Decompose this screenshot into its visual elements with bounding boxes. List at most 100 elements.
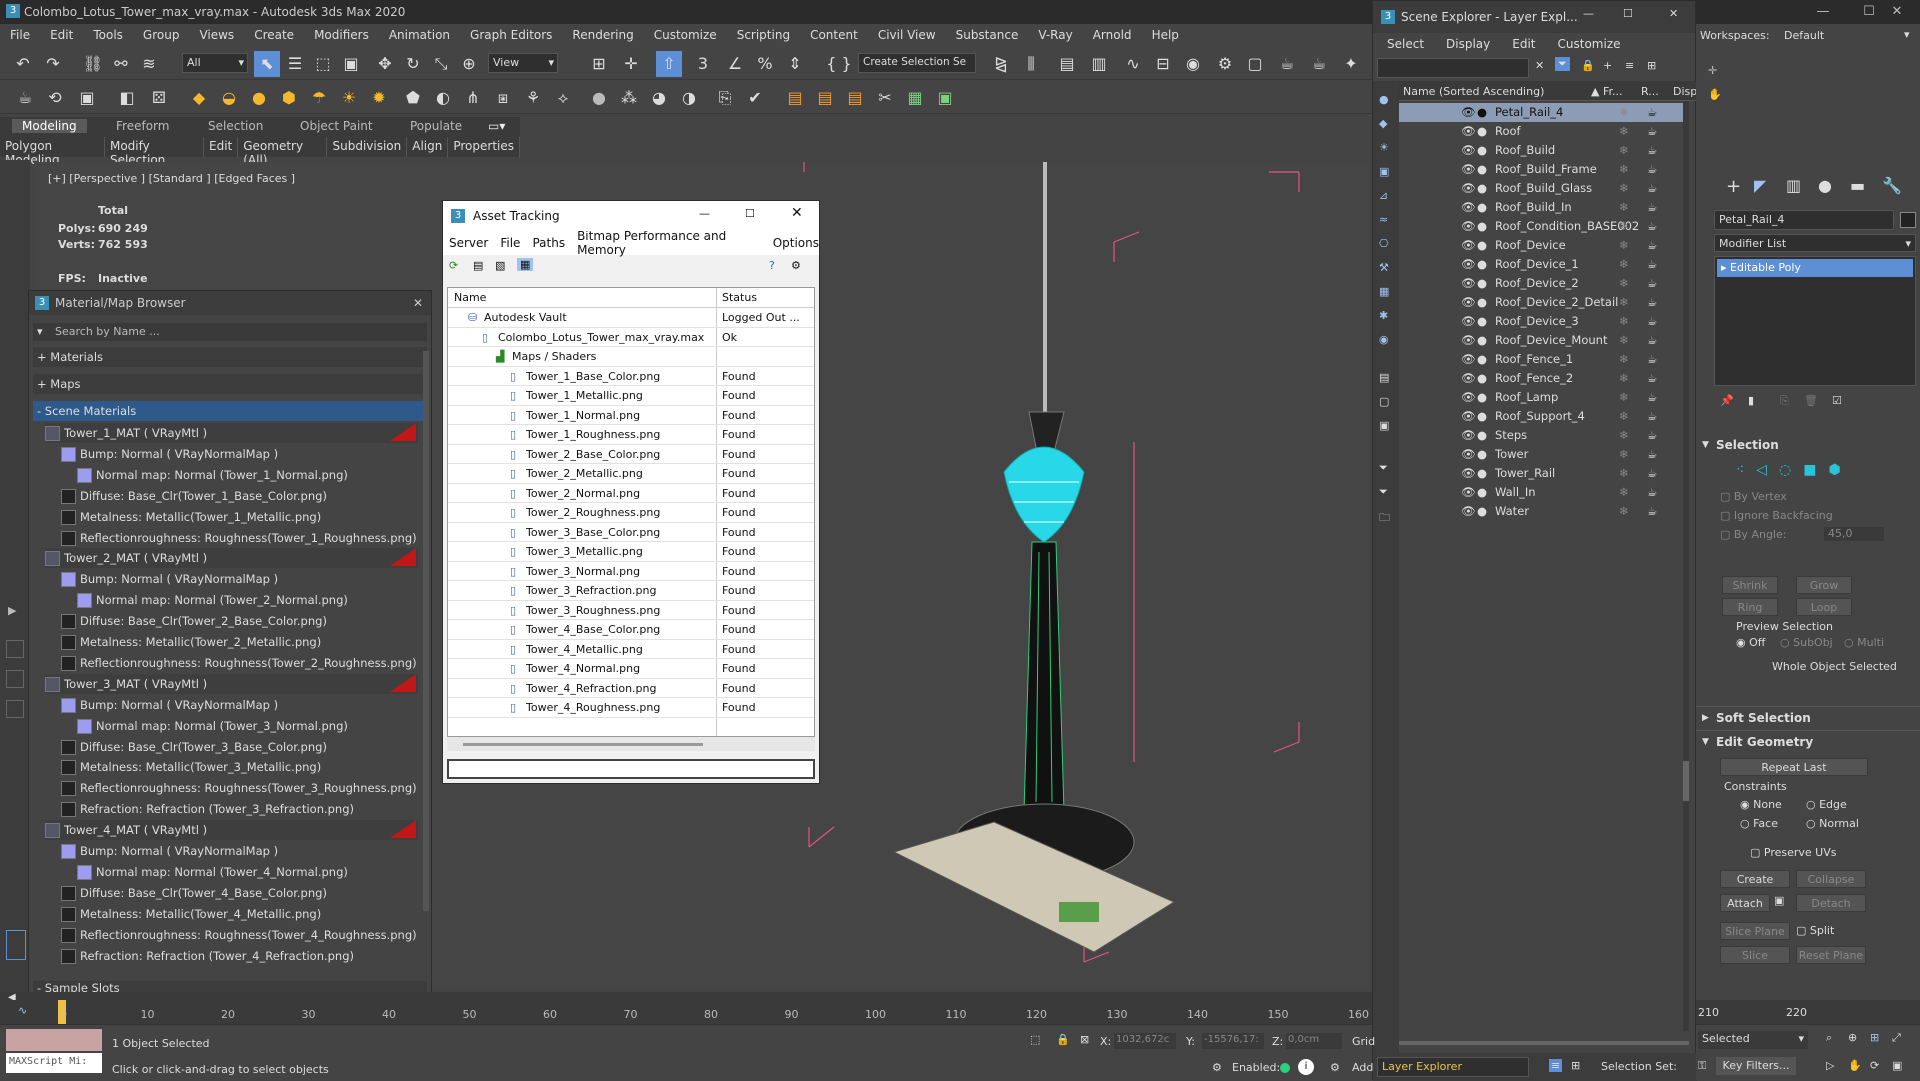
constraint-edge-radio[interactable]: ○ Edge — [1806, 798, 1847, 811]
display-helpers-icon[interactable]: ⊿ — [1379, 189, 1388, 202]
vray-mesh-export-icon[interactable]: ⧆ — [490, 85, 516, 111]
col-render[interactable]: R... — [1641, 85, 1659, 98]
selection-rollout-header[interactable]: ▼ Selection — [1696, 434, 1920, 456]
scrollbar[interactable] — [1683, 101, 1689, 1031]
map-item[interactable]: Bump: Normal ( VRayNormalMap ) — [61, 841, 418, 861]
menu-v-ray[interactable]: V-Ray — [1028, 28, 1082, 42]
move-icon[interactable]: ✥ — [372, 51, 398, 77]
explorer-menu-customize[interactable]: Customize — [1558, 37, 1621, 51]
freeze-icon[interactable]: ❄ — [1619, 255, 1629, 274]
display-containers-icon[interactable]: ✱ — [1379, 309, 1388, 322]
menu-file[interactable]: File — [0, 28, 40, 42]
map-item[interactable]: Reflectionroughness: Roughness(Tower_2_R… — [61, 652, 418, 673]
tab-modeling[interactable]: Modeling — [12, 119, 87, 133]
freeze-icon[interactable]: ❄ — [1619, 407, 1629, 426]
undo-icon[interactable]: ↶ — [10, 51, 36, 77]
freeze-icon[interactable]: ❄ — [1619, 198, 1629, 217]
render-icon[interactable]: ☕ — [1647, 388, 1657, 407]
map-item[interactable]: Diffuse: Base_Clr(Tower_3_Base_Color.png… — [61, 736, 418, 757]
selection-lock-icon[interactable]: 🔒 — [1056, 1033, 1070, 1046]
viewport-layout-icon[interactable] — [6, 700, 24, 718]
display-lights-icon[interactable]: ☀ — [1379, 141, 1389, 154]
constraint-none-radio[interactable]: ◉ None — [1740, 798, 1782, 811]
map-item[interactable]: Bump: Normal ( VRayNormalMap ) — [61, 569, 418, 590]
rotate-view-icon[interactable]: ⟲ — [42, 85, 68, 111]
freeze-icon[interactable]: ❄ — [1619, 236, 1629, 255]
render-icon[interactable]: ☕ — [1647, 502, 1657, 521]
render-icon[interactable]: ☕ — [1647, 198, 1657, 217]
visibility-icon[interactable]: 👁 — [1461, 331, 1476, 350]
minimize-icon[interactable]: — — [699, 207, 710, 220]
explorer-menu-select[interactable]: Select — [1387, 37, 1424, 51]
vray-grass-icon[interactable]: ⚘ — [520, 85, 546, 111]
material-search[interactable]: ▾ Search by Name ... — [33, 323, 427, 341]
maximize-viewport-icon[interactable]: ⤢ — [1892, 1031, 1901, 1045]
maximize-icon[interactable]: ☐ — [1623, 7, 1633, 20]
visibility-icon[interactable]: 👁 — [1461, 198, 1476, 217]
tab-object-paint[interactable]: Object Paint — [300, 119, 373, 133]
minimize-icon[interactable]: — — [1583, 7, 1594, 20]
by-angle-checkbox[interactable]: ▢ By Angle: 45,0 — [1720, 527, 1920, 541]
loop-button[interactable]: Loop — [1796, 598, 1852, 616]
menu-rendering[interactable]: Rendering — [562, 28, 643, 42]
fl-icon[interactable]: ▤ — [812, 85, 838, 111]
render-icon[interactable]: ☕ — [1647, 141, 1657, 160]
map-item[interactable]: Normal map: Normal (Tower_2_Normal.png) — [77, 590, 418, 611]
vray-shade-icon[interactable]: ◑ — [676, 85, 702, 111]
subtab-geometry[interactable]: Geometry (All) — [238, 137, 328, 167]
asset-row[interactable]: ▯ Tower_2_Normal.png Found — [448, 484, 814, 503]
toggle-ribbon-icon[interactable]: ▥ — [1086, 51, 1112, 77]
create-panel-icon[interactable]: + — [1726, 176, 1741, 197]
vray-ambient-icon[interactable]: ✹ — [366, 85, 392, 111]
render-icon[interactable]: ☕ — [1647, 312, 1657, 331]
schematic-view-icon[interactable]: ⊟ — [1150, 51, 1176, 77]
adaptive-degradation-icon[interactable]: ⚙ — [1212, 1061, 1222, 1074]
minimize-icon[interactable]: — — [1800, 0, 1846, 24]
constraint-face-radio[interactable]: ○ Face — [1740, 817, 1778, 830]
asset-row[interactable]: ▯ Tower_3_Base_Color.png Found — [448, 523, 814, 542]
show-end-result-icon[interactable]: ▮ — [1748, 394, 1754, 407]
attach-button[interactable]: Attach — [1720, 894, 1770, 912]
material-editor-icon[interactable]: ◉ — [1180, 51, 1206, 77]
render-icon[interactable]: ☕ — [1647, 426, 1657, 445]
teapot-icon[interactable]: ☕ — [12, 85, 38, 111]
tab-populate[interactable]: Populate — [410, 119, 462, 133]
info-icon[interactable]: i — [1298, 1059, 1314, 1075]
percent-snap-icon[interactable]: % — [752, 51, 778, 77]
subtab-align[interactable]: Align — [407, 137, 449, 157]
render-frame-icon[interactable]: ▢ — [1242, 51, 1268, 77]
tab-freeform[interactable]: Freeform — [116, 119, 169, 133]
scene-object-row[interactable]: 👁 ● Tower_Rail ❄ ☕ — [1399, 464, 1689, 483]
explorer-menu-edit[interactable]: Edit — [1512, 37, 1535, 51]
close-icon[interactable]: ✕ — [1669, 7, 1678, 20]
display-geometry-icon[interactable]: ● — [1379, 93, 1389, 106]
freeze-icon[interactable]: ❄ — [1619, 502, 1629, 521]
material-item[interactable]: Tower_2_MAT ( VRayMtl ) — [45, 548, 418, 569]
visibility-icon[interactable]: 👁 — [1461, 217, 1476, 236]
col-name[interactable]: Name (Sorted Ascending) — [1403, 85, 1544, 98]
display-shapes-icon[interactable]: ◆ — [1379, 117, 1387, 130]
display-panel-icon[interactable]: ▬ — [1850, 176, 1865, 195]
vray-cam-icon[interactable]: ⎘ — [712, 85, 738, 111]
menu-content[interactable]: Content — [800, 28, 868, 42]
map-item[interactable]: Metalness: Metallic(Tower_1_Metallic.png… — [61, 506, 418, 527]
render-icon[interactable]: ☕ — [1647, 217, 1657, 236]
vray-v-icon[interactable]: ✔ — [742, 85, 768, 111]
asset-row[interactable]: ▯ Colombo_Lotus_Tower_max_vray.max Ok — [448, 328, 814, 347]
render-icon[interactable]: ☕ — [1647, 445, 1657, 464]
render-icon[interactable]: ☕ — [1647, 236, 1657, 255]
group-scene-materials[interactable]: - Scene Materials — [33, 401, 427, 421]
explorer-type-dropdown[interactable]: Layer Explorer — [1377, 1057, 1529, 1077]
scene-object-row[interactable]: 👁 ● Roof_Build ❄ ☕ — [1399, 141, 1689, 160]
explorer-menu-display[interactable]: Display — [1446, 37, 1490, 51]
visibility-icon[interactable]: 👁 — [1461, 160, 1476, 179]
orbit-icon[interactable]: ⟳ — [1870, 1059, 1879, 1072]
vray-mtl-icon[interactable]: ◧ — [114, 85, 140, 111]
asset-menu-server[interactable]: Server — [449, 236, 488, 250]
vray-multi-icon[interactable]: ⚄ — [146, 85, 172, 111]
freeze-icon[interactable]: ❄ — [1619, 464, 1629, 483]
display-cameras-icon[interactable]: ▣ — [1379, 165, 1389, 178]
render-icon[interactable]: ☕ — [1647, 407, 1657, 426]
navigation-icon[interactable]: ✛ — [1708, 64, 1717, 77]
freeze-icon[interactable]: ❄ — [1619, 426, 1629, 445]
